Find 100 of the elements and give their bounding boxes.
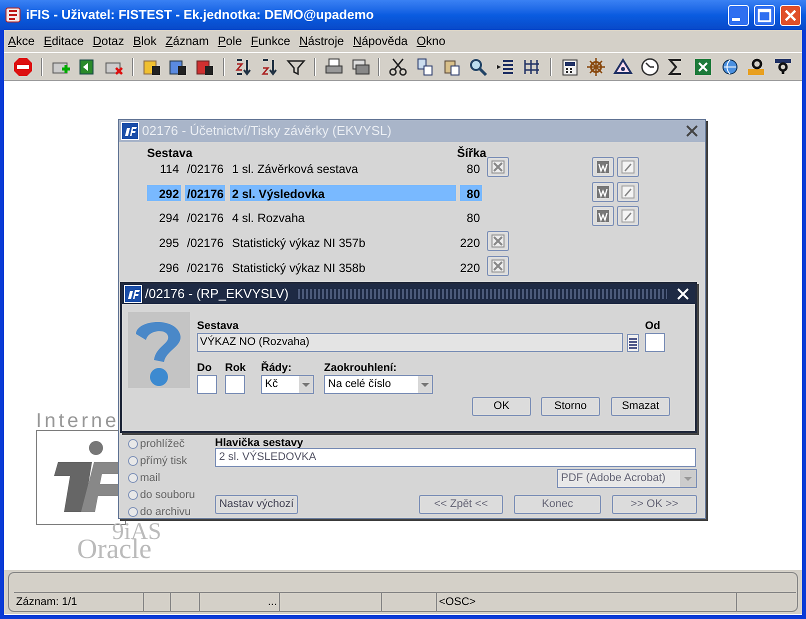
menu-item[interactable]: Pole xyxy=(218,32,242,50)
app-logo-icon xyxy=(121,122,139,140)
status-text: <OSC> xyxy=(439,596,476,608)
table-cell-text: /02176 xyxy=(186,161,225,176)
form-button[interactable]: >> OK >> xyxy=(612,495,697,514)
radio-button[interactable] xyxy=(128,456,138,466)
sort-ascending-icon[interactable] xyxy=(232,56,253,76)
radio-button[interactable] xyxy=(128,507,138,518)
menu-item[interactable]: Nástroje xyxy=(299,32,344,50)
spreadsheet-icon[interactable] xyxy=(693,56,714,76)
table-cell-text: 294 xyxy=(158,210,180,226)
form-button[interactable]: Konec xyxy=(514,495,601,514)
spreadsheet-icon xyxy=(491,234,505,248)
column-header: Šířka xyxy=(457,145,486,162)
calculator-icon[interactable] xyxy=(560,56,580,76)
radio-button[interactable] xyxy=(128,490,138,500)
minimize-icon xyxy=(732,18,740,20)
dropdown[interactable]: Kč xyxy=(261,375,314,394)
sort-descending-icon[interactable] xyxy=(259,56,280,76)
app-icon xyxy=(5,7,21,23)
field-label: Sestava xyxy=(197,319,239,334)
triangle-icon[interactable] xyxy=(612,56,633,76)
question-icon xyxy=(128,312,190,388)
globe-icon[interactable] xyxy=(720,56,740,76)
table-cell-text: /02176 xyxy=(186,210,225,226)
table-cell-text: 80 xyxy=(466,210,481,226)
menu-item[interactable]: Záznam xyxy=(165,32,209,50)
edit-button[interactable] xyxy=(617,206,639,226)
copy-icon[interactable] xyxy=(414,56,435,76)
dialog-button[interactable]: Storno xyxy=(541,397,600,416)
field-label: Hlavička sestavy xyxy=(215,436,304,450)
edit-button[interactable] xyxy=(617,157,639,177)
export-button[interactable] xyxy=(487,157,509,177)
export-button[interactable] xyxy=(487,256,509,276)
input-field[interactable]: VÝKAZ NO (Rozvaha) xyxy=(197,333,623,352)
table-cell-text: 220 xyxy=(460,235,482,250)
table-cell-text: 220 xyxy=(460,260,482,275)
logo-text: Interne xyxy=(36,409,120,434)
dropdown[interactable]: Na celé číslo xyxy=(324,375,433,394)
close-button[interactable] xyxy=(780,4,801,26)
window-title: 02176 - Účetnictví/Tisky závěrky (EKVYSL) xyxy=(142,122,392,140)
dialog-button[interactable]: Smazat xyxy=(611,397,670,416)
column-header: Sestava xyxy=(147,145,192,162)
print-icon[interactable] xyxy=(324,56,344,76)
format-dropdown: PDF (Adobe Acrobat) xyxy=(557,469,697,488)
radio-button[interactable] xyxy=(128,473,138,484)
document-icon xyxy=(596,160,610,174)
table-cell: 292 xyxy=(147,184,181,201)
print-preview-icon[interactable] xyxy=(350,56,371,76)
input-field[interactable]: 2 sl. VÝSLEDOVKA xyxy=(215,448,696,467)
dialog-button[interactable]: OK xyxy=(472,397,531,416)
table-cell: 80 xyxy=(460,184,482,201)
spreadsheet-icon xyxy=(491,160,505,174)
menu-item[interactable]: Blok xyxy=(133,32,156,50)
pencil-icon xyxy=(621,209,635,224)
window-title: /02176 - (RP_EKVYSLV) xyxy=(145,285,289,304)
document-button[interactable] xyxy=(592,206,614,226)
table-cell: 2 sl. Výsledovka xyxy=(230,184,456,201)
menu-item[interactable]: Editace xyxy=(44,32,84,50)
radio-label: mail xyxy=(140,471,160,486)
window-title: iFIS - Uživatel: FISTEST - Ek.jednotka: DEMO@upademo xyxy=(26,6,375,24)
spreadsheet-icon xyxy=(491,258,505,273)
scissors-icon[interactable] xyxy=(388,56,408,76)
field-label: Od xyxy=(645,319,660,334)
table-cell-text: 1 sl. Závěrková sestava xyxy=(231,161,360,176)
document-button[interactable] xyxy=(592,182,614,202)
input-field[interactable] xyxy=(225,375,245,394)
table-cell-text: Statistický výkaz NI 357b xyxy=(231,235,366,250)
document-icon xyxy=(596,209,610,224)
menu-item[interactable]: Akce xyxy=(8,32,35,50)
menu-item[interactable]: Nápověda xyxy=(352,32,408,50)
menu-item[interactable]: Okno xyxy=(416,32,446,50)
list-icon[interactable] xyxy=(627,334,639,352)
maximize-button[interactable] xyxy=(754,4,775,26)
menu-item[interactable]: Dotaz xyxy=(92,32,124,50)
export-button[interactable] xyxy=(487,231,509,252)
menu-item[interactable]: Funkce xyxy=(250,32,290,50)
minimize-button[interactable] xyxy=(728,4,749,26)
clock-icon[interactable] xyxy=(640,56,660,76)
table-cell-text: /02176 xyxy=(186,260,225,275)
edit-button[interactable] xyxy=(617,182,639,202)
radio-label: do archivu xyxy=(140,505,191,520)
input-field[interactable] xyxy=(645,333,665,352)
radio-button[interactable] xyxy=(128,439,138,450)
form-button[interactable]: Nastav výchozí xyxy=(215,495,298,514)
form-button[interactable]: << Zpět << xyxy=(419,495,503,514)
pencil-icon xyxy=(621,184,635,199)
document-button[interactable] xyxy=(592,157,614,177)
magnifier-icon[interactable] xyxy=(468,56,488,76)
table-cell-text: 4 sl. Rozvaha xyxy=(231,210,306,226)
pencil-icon xyxy=(621,160,635,174)
wheel-icon[interactable] xyxy=(586,56,606,76)
table-cell: /02176 xyxy=(185,184,225,201)
exit-icon[interactable] xyxy=(12,56,33,76)
table-cell-text: 296 xyxy=(158,260,180,275)
input-field[interactable] xyxy=(197,375,217,394)
radio-label: do souboru xyxy=(140,488,196,503)
status-text: Záznam: 1/1 xyxy=(16,596,78,608)
status-text: ... xyxy=(268,596,277,608)
table-cell-text: 80 xyxy=(466,161,481,176)
